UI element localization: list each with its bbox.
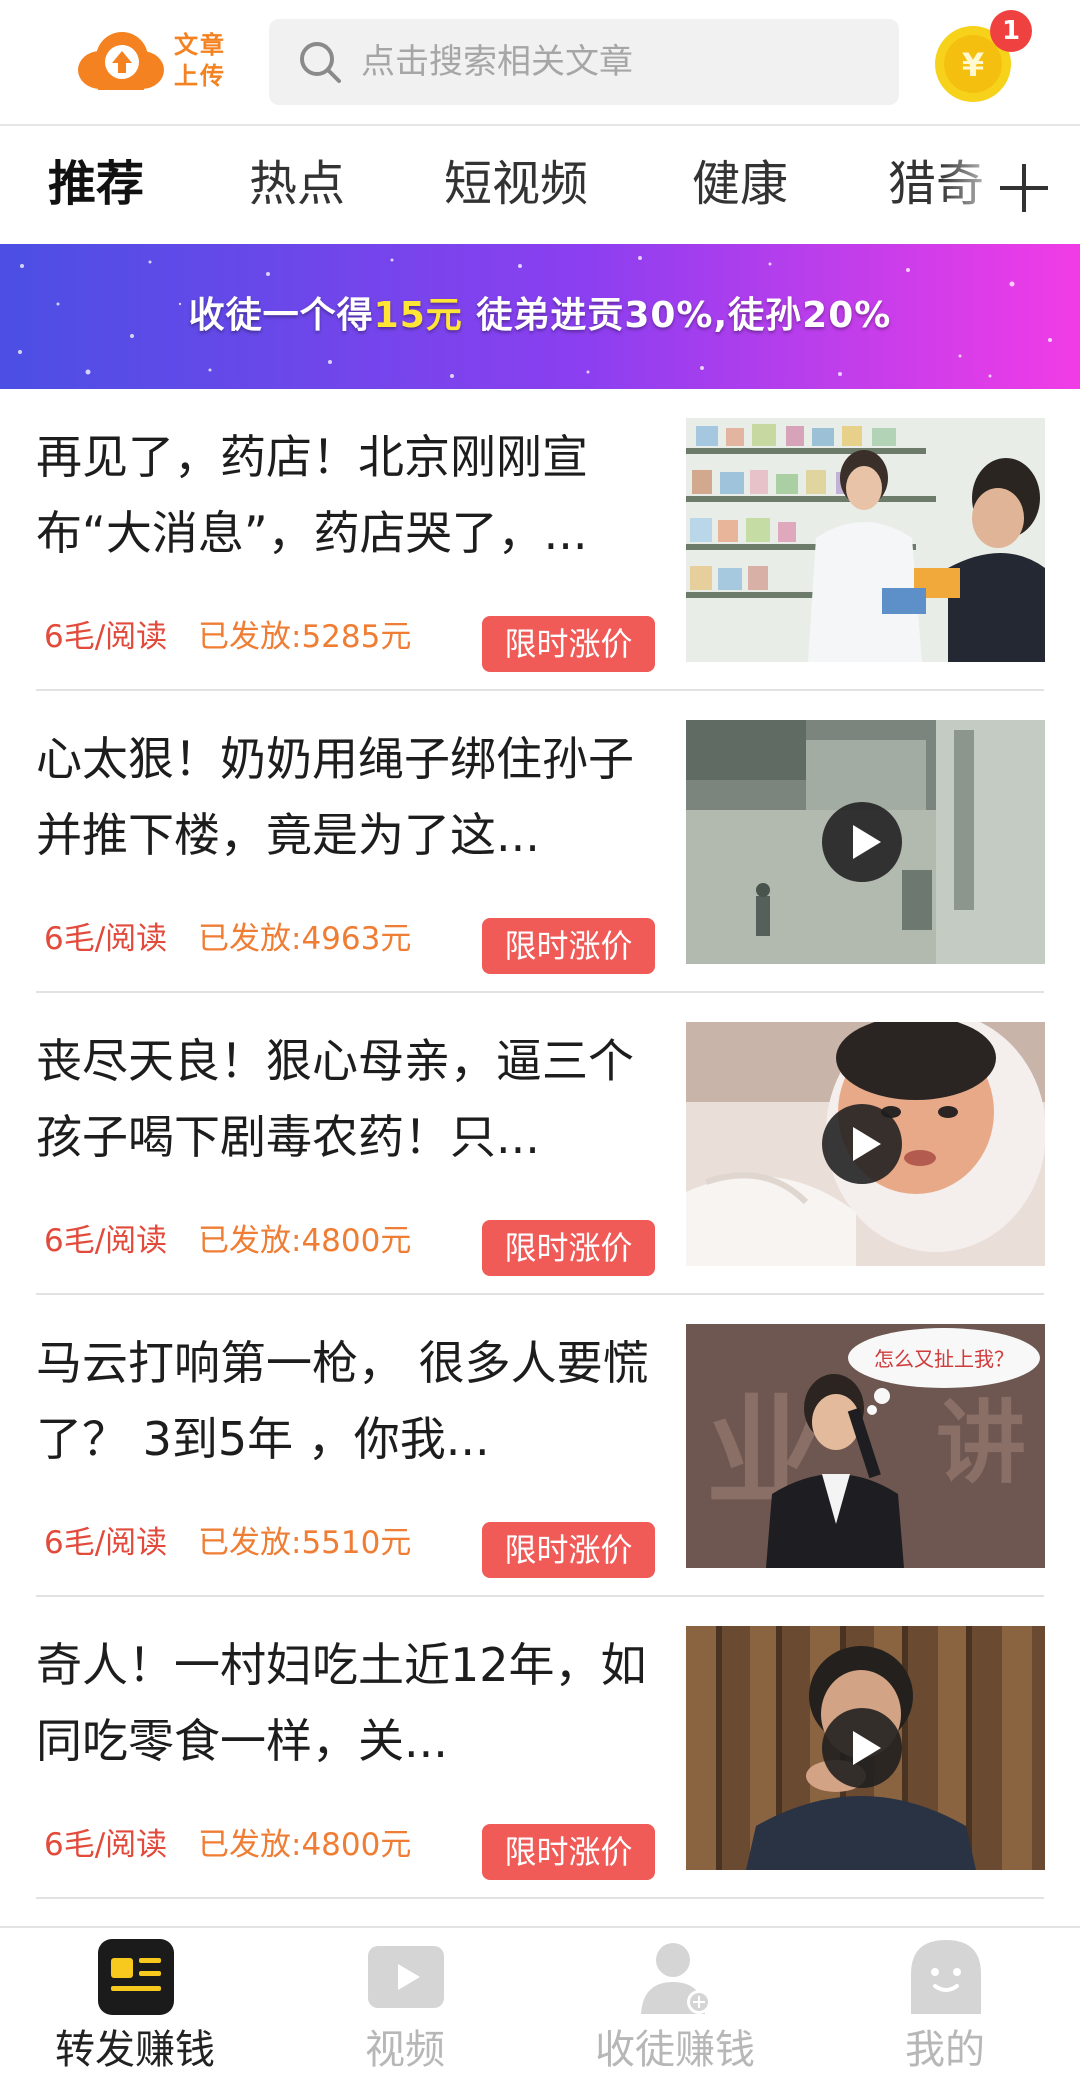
article-thumbnail[interactable]: 业 讲 怎么又扯上我？ bbox=[686, 1324, 1045, 1568]
price-up-tag: 限时涨价 bbox=[482, 616, 655, 672]
banner-highlight: 15元 bbox=[373, 295, 463, 336]
article-title[interactable]: 奇人！一村妇吃土近12年，如同吃零食一样，关... bbox=[36, 1627, 661, 1779]
article-title[interactable]: 再见了，药店！北京刚刚宣布“大消息”，药店哭了，... bbox=[36, 419, 661, 571]
nav-label: 我的 bbox=[905, 2027, 985, 2073]
notification-badge: 1 bbox=[990, 10, 1032, 52]
video-thumbnail[interactable] bbox=[686, 720, 1045, 964]
top-bar: 文章上传 点击搜索相关文章 ¥ 1 bbox=[0, 0, 1080, 126]
divider bbox=[36, 1897, 1044, 1899]
price-up-tag: 限时涨价 bbox=[482, 1220, 655, 1276]
banner-text-part2: 徒弟进贡30%,徒孙20% bbox=[462, 295, 892, 336]
article-card[interactable]: 奇人！一村妇吃土近12年，如同吃零食一样，关... 6毛/阅读 已发放:4800… bbox=[0, 1597, 1080, 1899]
article-paid-amount: 已发放:4800元 bbox=[198, 1223, 412, 1259]
article-card[interactable]: 丧尽天良！狠心母亲，逼三个孩子喝下剧毒农药！只... 6毛/阅读 已发放:480… bbox=[0, 993, 1080, 1295]
play-icon bbox=[822, 1708, 902, 1788]
search-bar[interactable]: 点击搜索相关文章 bbox=[269, 19, 899, 105]
search-placeholder: 点击搜索相关文章 bbox=[361, 42, 633, 82]
article-icon bbox=[98, 1939, 174, 2015]
play-icon bbox=[822, 802, 902, 882]
tab-short-video[interactable]: 短视频 bbox=[444, 154, 588, 214]
bottom-navigation: 转发赚钱 视频 收徒赚钱 我的 bbox=[0, 1926, 1080, 2086]
tab-recommend[interactable]: 推荐 bbox=[48, 154, 144, 214]
article-title[interactable]: 马云打响第一枪， 很多人要慌了？ 3到5年 ，你我... bbox=[36, 1325, 661, 1477]
price-up-tag: 限时涨价 bbox=[482, 1522, 655, 1578]
article-paid-amount: 已发放:5510元 bbox=[198, 1525, 412, 1561]
nav-label: 转发赚钱 bbox=[55, 2027, 215, 2073]
video-thumbnail[interactable] bbox=[686, 1022, 1045, 1266]
nav-profile[interactable]: 我的 bbox=[810, 1928, 1080, 2086]
article-title[interactable]: 丧尽天良！狠心母亲，逼三个孩子喝下剧毒农药！只... bbox=[36, 1023, 661, 1175]
tab-health[interactable]: 健康 bbox=[692, 154, 788, 214]
price-up-tag: 限时涨价 bbox=[482, 1824, 655, 1880]
article-paid-amount: 已发放:4800元 bbox=[198, 1827, 412, 1863]
nav-label: 收徒赚钱 bbox=[595, 2027, 755, 2073]
upload-cloud-icon bbox=[78, 32, 164, 90]
banner-text-part1: 收徒一个得 bbox=[188, 295, 374, 336]
video-icon bbox=[368, 1946, 444, 2008]
play-icon bbox=[822, 1104, 902, 1184]
nav-invite-earn[interactable]: 收徒赚钱 bbox=[540, 1928, 810, 2086]
article-card[interactable]: 心太狠！奶奶用绳子绑住孙子并推下楼，竟是为了这... 6毛/阅读 已发放:496… bbox=[0, 691, 1080, 993]
thumb-caption: 怎么又扯上我？ bbox=[874, 1347, 1014, 1371]
article-title[interactable]: 心太狠！奶奶用绳子绑住孙子并推下楼，竟是为了这... bbox=[36, 721, 661, 873]
article-card[interactable]: 再见了，药店！北京刚刚宣布“大消息”，药店哭了，... 6毛/阅读 已发放:52… bbox=[0, 389, 1080, 691]
article-thumbnail[interactable] bbox=[686, 418, 1045, 662]
add-tab-button[interactable] bbox=[984, 128, 1080, 244]
article-rate: 6毛/阅读 bbox=[44, 1223, 168, 1259]
article-rate: 6毛/阅读 bbox=[44, 1827, 168, 1863]
plus-icon bbox=[1000, 164, 1048, 212]
article-rate: 6毛/阅读 bbox=[44, 921, 168, 957]
add-user-icon bbox=[641, 1943, 711, 2014]
logo-text: 文章上传 bbox=[174, 31, 226, 90]
nav-video[interactable]: 视频 bbox=[270, 1928, 540, 2086]
article-rate: 6毛/阅读 bbox=[44, 619, 168, 655]
article-rate: 6毛/阅读 bbox=[44, 1525, 168, 1561]
svg-text:¥: ¥ bbox=[962, 46, 984, 84]
article-card[interactable]: 马云打响第一枪， 很多人要慌了？ 3到5年 ，你我... 6毛/阅读 已发放:5… bbox=[0, 1295, 1080, 1597]
invite-banner[interactable]: 收徒一个得15元 徒弟进贡30%,徒孙20% bbox=[0, 244, 1080, 389]
video-thumbnail[interactable] bbox=[686, 1626, 1045, 1870]
nav-label: 视频 bbox=[365, 2027, 445, 2073]
tab-hot[interactable]: 热点 bbox=[249, 154, 345, 214]
price-up-tag: 限时涨价 bbox=[482, 918, 655, 974]
svg-text:讲: 讲 bbox=[936, 1391, 1026, 1496]
profile-icon bbox=[911, 1940, 981, 2014]
article-paid-amount: 已发放:5285元 bbox=[198, 619, 412, 655]
search-icon bbox=[300, 42, 341, 83]
upload-article-logo[interactable]: 文章上传 bbox=[78, 26, 238, 96]
banner-text: 收徒一个得15元 徒弟进贡30%,徒孙20% bbox=[0, 288, 1080, 344]
nav-forward-earn[interactable]: 转发赚钱 bbox=[0, 1928, 270, 2086]
category-tabs: 推荐 热点 短视频 健康 猎奇 bbox=[0, 128, 1080, 244]
article-paid-amount: 已发放:4963元 bbox=[198, 921, 412, 957]
